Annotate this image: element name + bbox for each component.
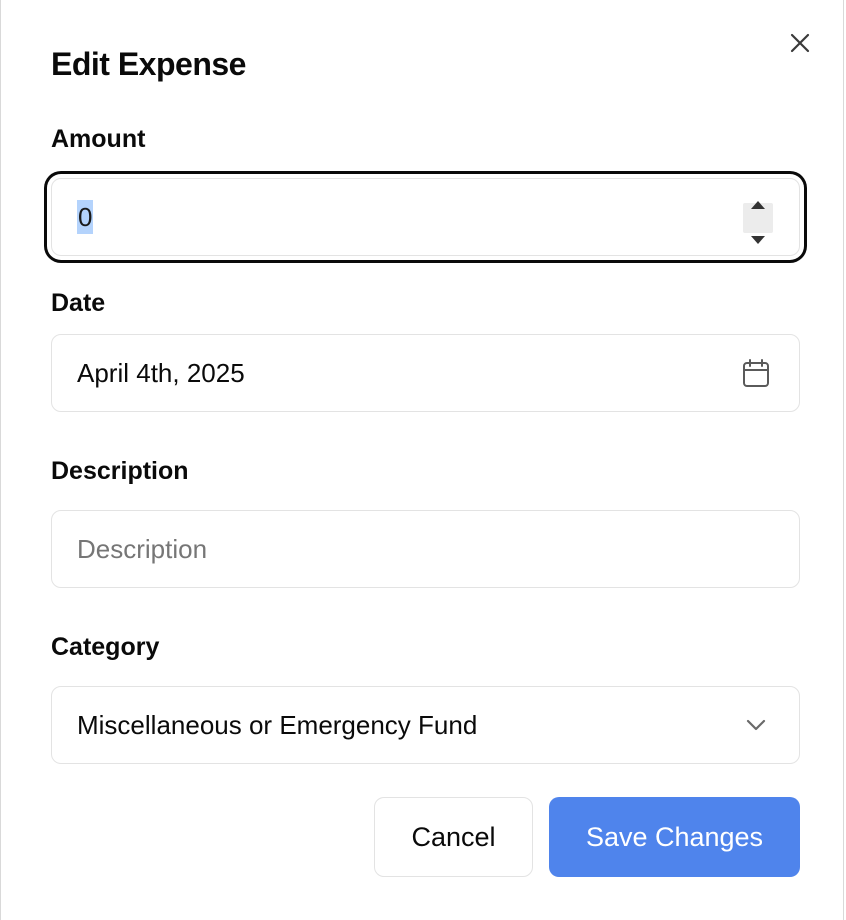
cancel-button[interactable]: Cancel (374, 797, 533, 877)
date-picker[interactable]: April 4th, 2025 (51, 334, 800, 412)
description-placeholder: Description (77, 533, 208, 564)
close-button[interactable] (785, 30, 815, 60)
description-input[interactable]: Description (51, 510, 800, 588)
decrement-arrow-icon[interactable] (751, 220, 765, 251)
amount-stepper[interactable] (743, 201, 773, 244)
dialog-title: Edit Expense (51, 46, 246, 82)
save-changes-button[interactable]: Save Changes (549, 797, 800, 877)
category-select[interactable]: Miscellaneous or Emergency Fund (51, 686, 800, 764)
amount-label: Amount (51, 125, 146, 153)
edit-expense-dialog: Edit Expense Amount 0 Date April 4th, 20… (0, 0, 844, 920)
increment-arrow-icon[interactable] (751, 185, 765, 216)
date-value: April 4th, 2025 (77, 357, 245, 388)
date-label: Date (51, 289, 106, 317)
chevron-down-icon (741, 710, 771, 740)
calendar-icon[interactable] (741, 358, 771, 388)
description-label: Description (51, 457, 189, 485)
amount-value: 0 (77, 200, 94, 234)
category-label: Category (51, 633, 160, 661)
category-selected-value: Miscellaneous or Emergency Fund (77, 709, 478, 740)
close-icon (788, 31, 812, 60)
amount-input[interactable]: 0 (51, 178, 800, 256)
